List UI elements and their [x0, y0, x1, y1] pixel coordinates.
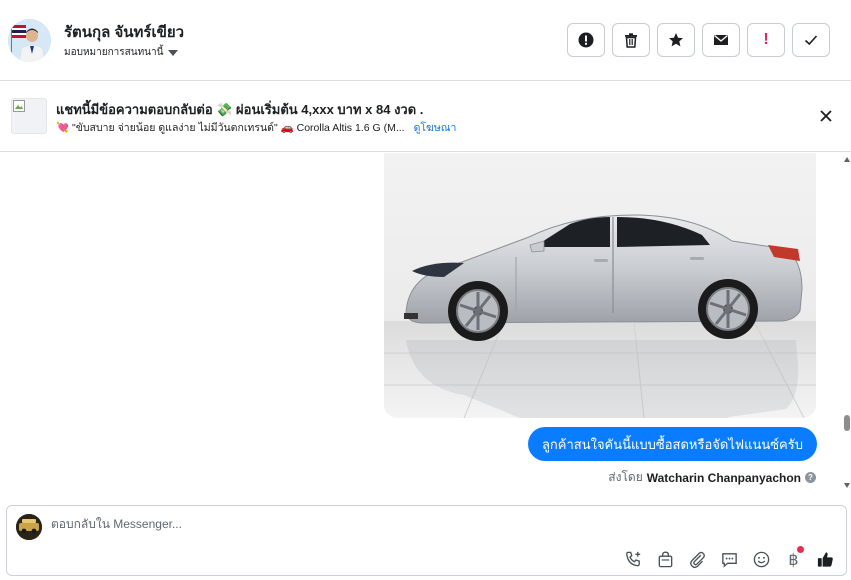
reply-input[interactable]	[51, 517, 551, 531]
ad-context-banner: แชทนี้มีข้อความตอบกลับต่อ 💸 ผ่อนเริ่มต้น…	[0, 82, 851, 152]
caret-down-icon	[168, 49, 179, 56]
view-ad-link[interactable]: ดูโฆษณา	[414, 119, 457, 136]
ad-description: 💘 "ขับสบาย จ่ายน้อย ดูแลง่าย ไม่มีวันตกเ…	[56, 122, 405, 134]
phone-plus-icon	[626, 551, 641, 567]
conversation-actions: !	[567, 23, 830, 57]
close-icon	[820, 110, 832, 122]
star-button[interactable]	[657, 23, 695, 57]
thread-scrollbar[interactable]	[843, 153, 851, 504]
envelope-icon	[714, 34, 728, 45]
scroll-thumb[interactable]	[844, 415, 850, 431]
star-icon	[669, 33, 683, 47]
close-ad-banner-button[interactable]	[819, 109, 833, 123]
message-thread: ลูกค้าสนใจคันนี้แบบซื้อสดหรือจัดไฟแนนซ์ค…	[0, 153, 851, 504]
alert-circle-icon	[578, 32, 594, 48]
car-photo-attachment[interactable]	[384, 153, 816, 418]
trash-icon	[625, 33, 637, 48]
shop-button[interactable]	[655, 549, 676, 570]
sent-by-prefix: ส่งโดย	[608, 470, 643, 484]
ad-title: แชทนี้มีข้อความตอบกลับต่อ 💸 ผ่อนเริ่มต้น…	[56, 102, 424, 117]
composer-toolbar: ฿	[623, 546, 836, 570]
spam-button[interactable]: !	[747, 23, 785, 57]
scroll-up-arrow-icon[interactable]	[844, 157, 850, 162]
conversation-header: รัตนกุล จันทร์เขียว มอบหมายการสนทนานี้ !	[0, 0, 851, 81]
shopping-bag-icon	[658, 551, 673, 568]
scroll-down-arrow-icon[interactable]	[844, 483, 850, 488]
help-icon[interactable]: ?	[805, 472, 816, 483]
broken-image-icon	[13, 100, 25, 112]
like-button[interactable]	[815, 549, 836, 570]
mark-unread-button[interactable]	[702, 23, 740, 57]
notification-dot	[797, 546, 804, 553]
saved-replies-button[interactable]	[719, 549, 740, 570]
chat-bubble-icon	[722, 553, 737, 568]
outgoing-message-bubble[interactable]: ลูกค้าสนใจคันนี้แบบซื้อสดหรือจัดไฟแนนซ์ค…	[527, 427, 817, 461]
ad-thumbnail[interactable]	[11, 98, 47, 134]
attach-button[interactable]	[687, 549, 708, 570]
smiley-icon	[753, 551, 770, 568]
call-button[interactable]	[623, 549, 644, 570]
assign-label: มอบหมายการสนทนานี้	[64, 47, 164, 58]
contact-name: รัตนกุล จันทร์เขียว	[64, 24, 185, 41]
paperclip-icon	[690, 551, 705, 569]
payment-button[interactable]: ฿	[783, 546, 804, 570]
contact-avatar[interactable]	[8, 19, 51, 62]
delete-button[interactable]	[612, 23, 650, 57]
reply-composer: ฿	[6, 505, 847, 576]
exclamation-icon: !	[763, 31, 769, 48]
mark-done-button[interactable]	[792, 23, 830, 57]
thumbs-up-icon	[817, 552, 833, 567]
check-icon	[804, 35, 818, 46]
report-button[interactable]	[567, 23, 605, 57]
baht-icon: ฿	[788, 551, 799, 569]
ad-description-row: 💘 "ขับสบาย จ่ายน้อย ดูแลง่าย ไม่มีวันตกเ…	[56, 119, 456, 136]
emoji-button[interactable]	[751, 549, 772, 570]
sent-by-info: ส่งโดย Watcharin Chanpanyachon ?	[608, 468, 816, 487]
sender-name: Watcharin Chanpanyachon	[646, 470, 801, 485]
page-avatar	[16, 514, 42, 540]
assign-conversation-dropdown[interactable]: มอบหมายการสนทนานี้	[64, 45, 179, 60]
